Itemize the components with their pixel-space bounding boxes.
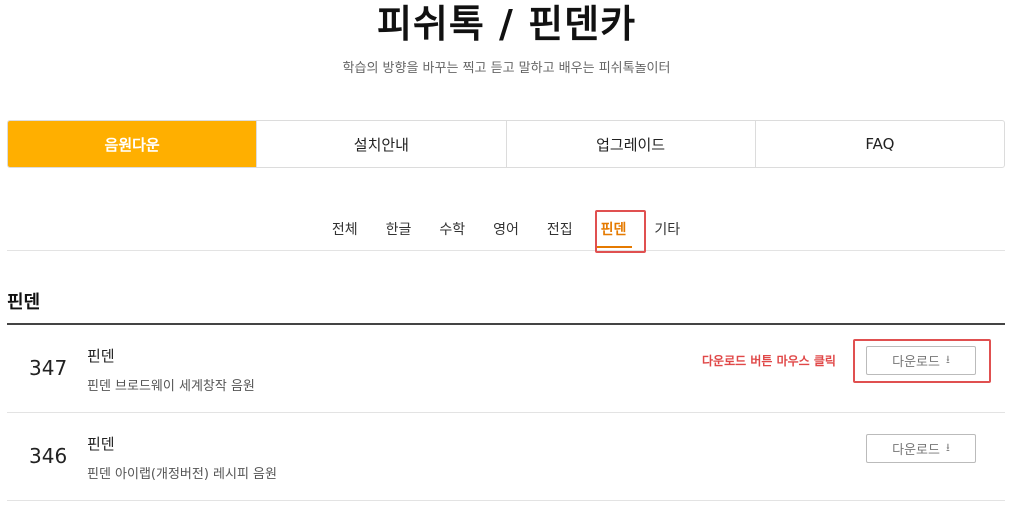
tab-upgrade[interactable]: 업그레이드 <box>507 121 756 167</box>
category-filter-bar: 전체 한글 수학 영어 전집 핀덴 기타 <box>7 210 1005 251</box>
download-label: 다운로드 <box>892 443 940 458</box>
item-number: 347 <box>29 356 68 380</box>
main-tab-bar: 음원다운 설치안내 업그레이드 FAQ <box>7 120 1005 168</box>
filter-math[interactable]: 수학 <box>439 220 465 240</box>
filter-label: 핀덴 <box>600 222 627 238</box>
item-number: 346 <box>29 444 68 468</box>
filter-label: 영어 <box>493 222 519 238</box>
item-name: 핀덴 <box>87 347 115 365</box>
tab-audio-download[interactable]: 음원다운 <box>8 121 258 167</box>
download-arrow-icon: ⭳ <box>945 353 950 366</box>
filter-all[interactable]: 전체 <box>332 220 358 240</box>
filter-label: 기타 <box>654 222 681 238</box>
active-underline <box>594 246 633 248</box>
tab-install-guide[interactable]: 설치안내 <box>257 121 507 167</box>
download-arrow-icon: ⭳ <box>945 441 950 454</box>
item-description: 핀덴 아이랩(개정버전) 레시피 음원 <box>87 467 277 482</box>
filter-pinden[interactable]: 핀덴 <box>594 220 633 248</box>
list-item: 347 핀덴 핀덴 브로드웨이 세계창작 음원 다운로드 ⭳ <box>7 325 1005 413</box>
filter-label: 전집 <box>546 222 573 238</box>
instruction-annotation: 다운로드 버튼 마우스 클릭 <box>702 354 836 368</box>
item-name: 핀덴 <box>87 435 115 453</box>
filter-english[interactable]: 영어 <box>493 220 519 240</box>
filter-label: 수학 <box>439 222 466 238</box>
page-subtitle: 학습의 방향을 바꾸는 찍고 듣고 말하고 배우는 피쉬톡놀이터 <box>342 61 671 76</box>
filter-label: 한글 <box>385 222 412 238</box>
download-label: 다운로드 <box>892 355 940 370</box>
item-description: 핀덴 브로드웨이 세계창작 음원 <box>87 379 255 394</box>
tab-faq[interactable]: FAQ <box>756 121 1004 167</box>
section-title: 핀덴 <box>7 292 41 313</box>
download-button[interactable]: 다운로드 ⭳ <box>866 346 976 375</box>
filter-label: 전체 <box>331 222 358 238</box>
download-button[interactable]: 다운로드 ⭳ <box>866 434 976 463</box>
filter-hangul[interactable]: 한글 <box>386 220 412 240</box>
page-title: 피쉬톡 / 핀덴카 <box>376 2 637 46</box>
list-item: 346 핀덴 핀덴 아이랩(개정버전) 레시피 음원 다운로드 ⭳ <box>7 413 1005 501</box>
filter-etc[interactable]: 기타 <box>654 220 680 240</box>
filter-collection[interactable]: 전집 <box>547 220 573 240</box>
